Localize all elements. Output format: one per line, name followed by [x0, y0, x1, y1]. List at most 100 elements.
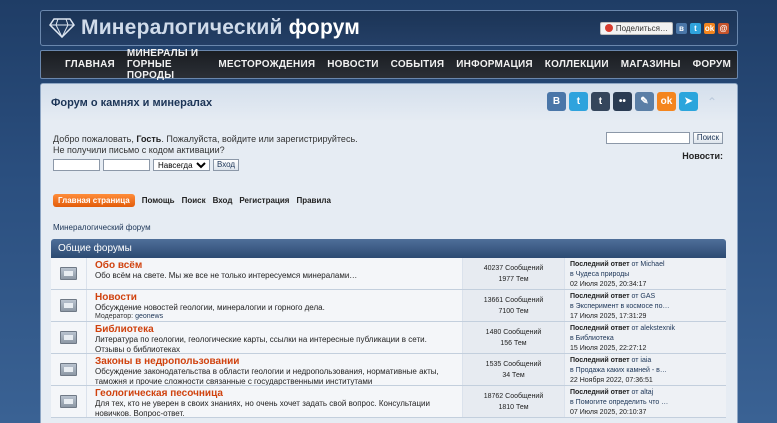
moderator-line: Модератор: geonews: [95, 313, 454, 320]
last-post-topic[interactable]: в Чудеса природы: [570, 270, 721, 280]
tumblr-icon[interactable]: t: [590, 92, 610, 111]
nav-item[interactable]: МАГАЗИНЫ: [615, 59, 687, 70]
last-post-cell: Последний ответ от iaia в Продажа каких …: [565, 354, 726, 385]
forum-menu-item[interactable]: Правила: [296, 196, 330, 205]
forum-name-link[interactable]: Обо всём: [95, 260, 454, 271]
last-post-label: Последний ответ: [570, 293, 630, 300]
nav-item[interactable]: ИНФОРМАЦИЯ: [450, 59, 539, 70]
nav-item[interactable]: ГЛАВНАЯ: [59, 59, 121, 70]
last-post-topic[interactable]: в Помогите определить что …: [570, 398, 721, 408]
last-post-cell: Последний ответ от altaj в Помогите опре…: [565, 386, 726, 417]
forum-name-link[interactable]: Новости: [95, 292, 454, 303]
last-post-author[interactable]: от alekstexnik: [632, 325, 676, 332]
nav-item[interactable]: МЕСТОРОЖДЕНИЯ: [212, 59, 321, 70]
last-post-cell: Последний ответ от alekstexnik в Библиот…: [565, 322, 726, 353]
share-bar: Поделиться… в t ok @: [599, 21, 729, 35]
vk-share-icon[interactable]: в: [676, 22, 687, 34]
breadcrumb[interactable]: Минералогический форум: [53, 223, 151, 232]
nav-item[interactable]: МИНЕРАЛЫ И ГОРНЫЕ ПОРОДЫ: [121, 48, 212, 81]
last-post-label: Последний ответ: [570, 389, 630, 396]
last-post-author[interactable]: от altaj: [632, 389, 654, 396]
social-links: Вt t •• ✎ ok ➤ ⌃: [546, 92, 717, 111]
forum-stats: 1480 Сообщений 156 Тем: [463, 322, 565, 353]
login-button[interactable]: Вход: [213, 159, 240, 171]
forum-list: Обо всём Обо всём на свете. Мы же все не…: [51, 258, 726, 418]
forum-description-cell: Библиотека Литература по геологии, геоло…: [87, 322, 463, 353]
forum-icon-cell: [51, 322, 87, 353]
posts-count: 1535 Сообщений: [485, 360, 542, 368]
username-input[interactable]: [53, 159, 100, 171]
welcome-suffix[interactable]: . Пожалуйста, войдите или зарегистрируйт…: [161, 134, 357, 144]
login-form: Навсегда Вход: [53, 159, 240, 171]
forum-menu: Главная страница Помощь Поиск Вход Регистрац…: [53, 194, 331, 207]
nav-item[interactable]: ФОРУМ: [687, 59, 737, 70]
posts-count: 40237 Сообщений: [483, 264, 544, 272]
moimir-share-icon[interactable]: @: [718, 22, 729, 34]
odnoklassniki-icon[interactable]: ok: [656, 92, 676, 111]
last-post-author[interactable]: от GAS: [632, 293, 656, 300]
topics-count: 1810 Тем: [498, 403, 529, 411]
forum-description-cell: Геологическая песочница Для тех, кто не …: [87, 386, 463, 417]
last-post-label: Последний ответ: [570, 357, 630, 364]
forum-row: Новости Обсуждение новостей геологии, ми…: [51, 290, 726, 322]
nav-item[interactable]: НОВОСТИ: [321, 59, 384, 70]
folder-icon: [60, 363, 77, 376]
telegram-icon[interactable]: ➤: [678, 92, 698, 111]
session-duration-select[interactable]: Навсегда: [153, 159, 210, 171]
logo-word-2: форум: [288, 16, 361, 39]
forum-description: Обо всём на свете. Мы же все не только и…: [95, 271, 358, 280]
forum-description-cell: Законы в недропользовании Обсуждение зак…: [87, 354, 463, 385]
forum-description: Литература по геологии, геологические ка…: [95, 335, 427, 353]
welcome-prefix: Добро пожаловать,: [53, 134, 134, 144]
last-post-author[interactable]: от Michael: [632, 261, 665, 268]
category-header: Общие форумы: [51, 239, 726, 258]
last-post-date: 22 Ноября 2022, 07:36:51: [570, 377, 653, 384]
forum-menu-item[interactable]: Поиск: [182, 196, 206, 205]
search-button[interactable]: Поиск: [692, 132, 723, 144]
posts-count: 13661 Сообщений: [483, 296, 544, 304]
forum-menu-item[interactable]: Регистрация: [239, 196, 289, 205]
main-nav: ГЛАВНАЯ МИНЕРАЛЫ И ГОРНЫЕ ПОРОДЫ МЕСТОРОЖД…: [40, 48, 738, 81]
last-post-date: 15 Июля 2025, 22:27:12: [570, 345, 647, 352]
forum-description: Обсуждение законодательства в области ге…: [95, 367, 439, 385]
chevron-up-icon[interactable]: ⌃: [707, 95, 717, 109]
forum-menu-item[interactable]: Главная страница: [53, 194, 135, 207]
twitter-icon[interactable]: t: [568, 92, 588, 111]
nav-item[interactable]: СОБЫТИЯ: [385, 59, 451, 70]
forum-icon-cell: [51, 354, 87, 385]
share-button[interactable]: Поделиться…: [599, 21, 673, 35]
topics-count: 1977 Тем: [498, 275, 529, 283]
share-label: Поделиться…: [615, 23, 668, 33]
moderator-link[interactable]: geonews: [135, 313, 163, 320]
forum-stats: 13661 Сообщений 7100 Тем: [463, 290, 565, 321]
twitter-share-icon[interactable]: t: [690, 22, 701, 34]
last-post-topic[interactable]: в Эксперимент в космосе по…: [570, 302, 721, 312]
forum-name-link[interactable]: Законы в недропользовании: [95, 356, 454, 367]
last-post-date: 17 Июля 2025, 17:31:29: [570, 313, 647, 320]
last-post-topic[interactable]: в Продажа каких камней - в…: [570, 366, 721, 376]
moderator-label: Модератор:: [95, 313, 134, 320]
last-post-date: 02 Июля 2025, 20:34:17: [570, 281, 647, 288]
posts-count: 1480 Сообщений: [485, 328, 542, 336]
odnoklassniki-share-icon[interactable]: ok: [704, 22, 715, 34]
livejournal-icon[interactable]: ✎: [634, 92, 654, 111]
nav-item[interactable]: КОЛЛЕКЦИИ: [539, 59, 615, 70]
forum-menu-item[interactable]: Вход: [213, 196, 233, 205]
forum-icon-cell: [51, 290, 87, 321]
activation-link[interactable]: Не получили письмо с кодом активации?: [53, 145, 358, 156]
forum-row: Обо всём Обо всём на свете. Мы же все не…: [51, 258, 726, 290]
forum-name-link[interactable]: Библиотека: [95, 324, 454, 335]
password-input[interactable]: [103, 159, 150, 171]
search-input[interactable]: [605, 132, 690, 144]
news-label: Новости:: [682, 151, 723, 161]
topics-count: 7100 Тем: [498, 307, 529, 315]
guest-name: Гость: [136, 134, 162, 144]
forum-menu-item[interactable]: Помощь: [142, 196, 175, 205]
site-logo[interactable]: Минералогический форум: [49, 16, 360, 40]
last-post-topic[interactable]: в Библиотека: [570, 334, 721, 344]
forum-name-link[interactable]: Геологическая песочница: [95, 388, 454, 399]
last-post-author[interactable]: от iaia: [632, 357, 652, 364]
last-post-cell: Последний ответ от Michael в Чудеса прир…: [565, 258, 726, 289]
flickr-icon[interactable]: ••: [612, 92, 632, 111]
vk-icon[interactable]: В: [546, 92, 566, 111]
